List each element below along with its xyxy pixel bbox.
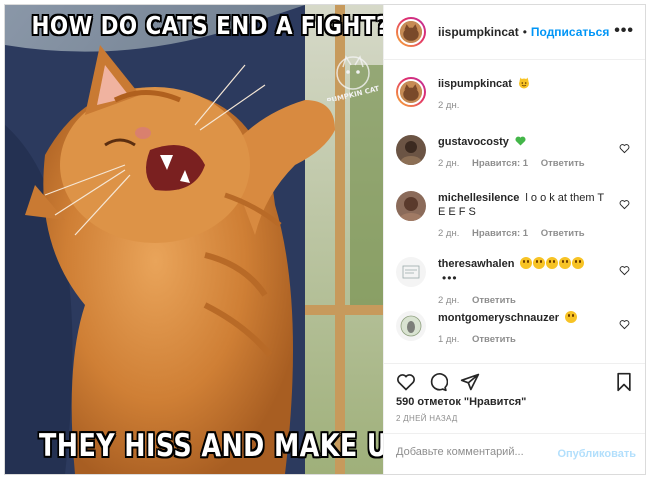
avatar[interactable] [396, 191, 426, 221]
avatar[interactable] [396, 257, 426, 287]
comment-username[interactable]: montgomeryschnauzer [438, 312, 559, 324]
comment-likes-link[interactable]: Нравится: 1 [472, 228, 528, 239]
dog-avatar-icon [396, 311, 426, 341]
watermark-text: PUMPKIN CAT [327, 85, 379, 101]
comment-composer: Опубликовать [384, 433, 645, 474]
cat-avatar-icon [400, 21, 422, 43]
reply-link[interactable]: Ответить [541, 158, 585, 169]
comments-list: iispumpkincat 2 дн. gustavocosty 2 дн. Н… [384, 61, 645, 363]
more-options-icon[interactable]: ••• [614, 23, 634, 39]
comment-more-icon[interactable]: ••• [442, 271, 458, 285]
instagram-post: HOW DO CATS END A FIGHT? THEY HISS AND M… [4, 4, 646, 475]
meme-top-text: HOW DO CATS END A FIGHT? [31, 11, 383, 40]
cat-avatar-icon [400, 81, 422, 103]
cat-smiling-emoji-icon [519, 77, 530, 89]
meme-bottom-text: THEY HISS AND MAKE UP! [39, 428, 383, 464]
like-comment-heart-icon[interactable] [619, 265, 630, 276]
separator-dot: • [522, 25, 527, 39]
green-heart-emoji-icon [515, 136, 526, 146]
likes-count[interactable]: 590 отметок "Нравится" [396, 396, 526, 408]
avatar[interactable] [396, 77, 426, 107]
user-avatar-icon [396, 191, 426, 221]
avatar[interactable] [396, 311, 426, 341]
publish-button[interactable]: Опубликовать [557, 448, 636, 460]
reply-link[interactable]: Ответить [541, 228, 585, 239]
post-side-panel: iispumpkincat • Подписаться ••• iispumpk… [383, 5, 645, 474]
user-avatar-icon [396, 135, 426, 165]
comment-likes-link[interactable]: Нравится: 1 [472, 158, 528, 169]
header-username[interactable]: iispumpkincat [438, 25, 519, 39]
like-comment-heart-icon[interactable] [619, 199, 630, 210]
comment-time: 2 дн. [438, 228, 460, 239]
avatar[interactable] [396, 135, 426, 165]
comment-time: 2 дн. [438, 158, 460, 169]
caption-username[interactable]: iispumpkincat [438, 78, 512, 90]
like-comment-heart-icon[interactable] [619, 319, 630, 330]
comment-bubble-icon[interactable] [428, 372, 448, 392]
reply-link[interactable]: Ответить [472, 334, 516, 345]
laughing-emojis-icon [520, 257, 585, 270]
comment-username[interactable]: michellesilence [438, 192, 519, 204]
like-comment-heart-icon[interactable] [619, 143, 630, 154]
user-avatar-icon [396, 257, 426, 287]
caption-time: 2 дн. [438, 100, 460, 111]
post-actions-bar [384, 363, 645, 393]
share-paper-plane-icon[interactable] [460, 372, 480, 392]
comment-time: 1 дн. [438, 334, 460, 345]
post-date: 2 ДНЕЙ НАЗАД [396, 414, 458, 423]
reply-link[interactable]: Ответить [472, 295, 516, 306]
post-header: iispumpkincat • Подписаться ••• [384, 5, 645, 60]
save-bookmark-icon[interactable] [614, 372, 634, 392]
comment-username[interactable]: theresawhalen [438, 258, 514, 270]
follow-button[interactable]: Подписаться [531, 25, 609, 39]
avatar[interactable] [396, 17, 426, 47]
post-image[interactable]: HOW DO CATS END A FIGHT? THEY HISS AND M… [5, 5, 383, 474]
pumpkin-cat-watermark-logo: PUMPKIN CAT [327, 55, 379, 101]
like-heart-icon[interactable] [396, 372, 416, 392]
comment-input[interactable] [396, 446, 556, 458]
comment-time: 2 дн. [438, 295, 460, 306]
laughing-emoji-icon [565, 311, 578, 323]
comment-username[interactable]: gustavocosty [438, 136, 509, 148]
